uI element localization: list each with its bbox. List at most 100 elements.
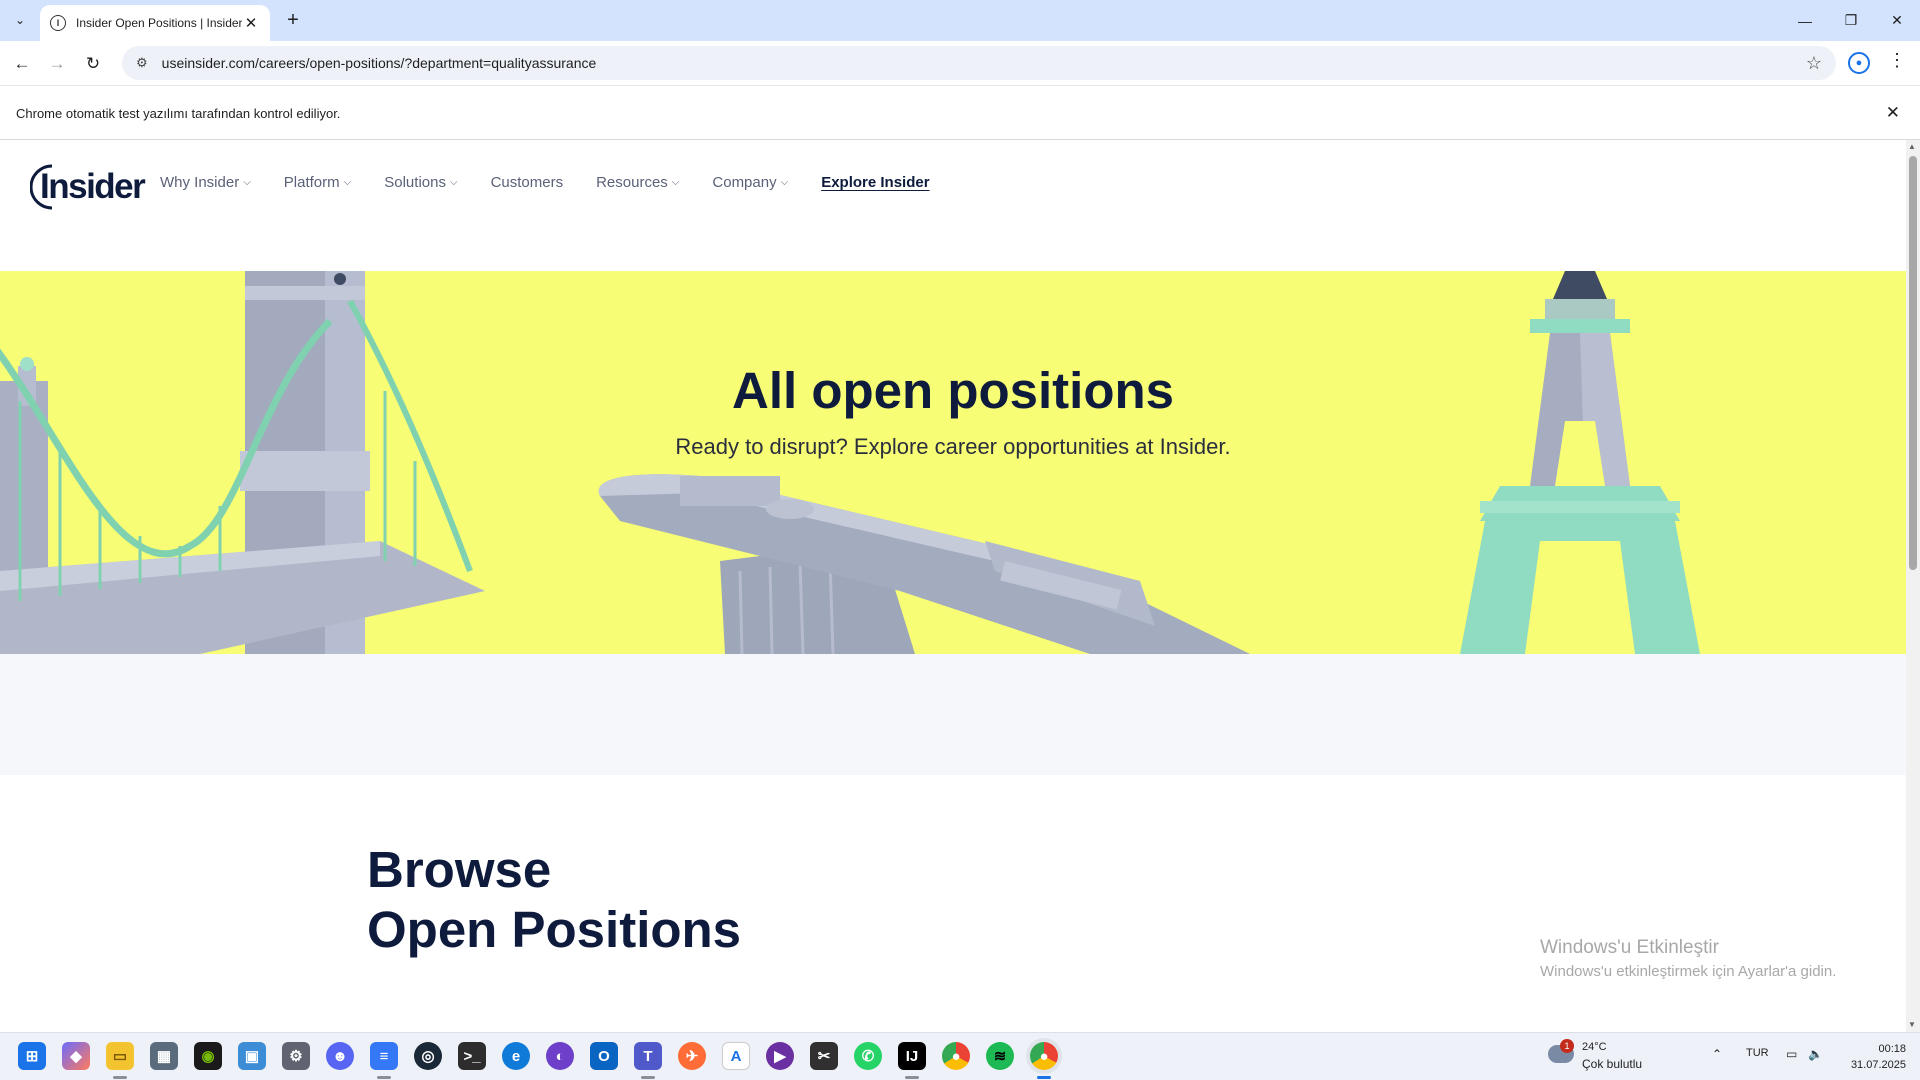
reload-icon[interactable]: ↻ — [80, 51, 106, 77]
nav-label: Why Insider — [160, 174, 240, 191]
hero-subtitle: Ready to disrupt? Explore career opportu… — [675, 434, 1231, 459]
chrome-icon[interactable]: ● — [1030, 1042, 1058, 1070]
tab-strip: ⌄ I Insider Open Positions | Insider ✕ +… — [0, 0, 1920, 41]
bridge-illustration — [0, 271, 485, 654]
outlook-icon[interactable]: O — [590, 1042, 618, 1070]
photos-icon[interactable]: ▣ — [238, 1042, 266, 1070]
browser-menu-icon[interactable]: ⋮ — [1888, 50, 1906, 71]
copilot-icon[interactable]: ◆ — [62, 1042, 90, 1070]
running-indicator — [377, 1076, 391, 1079]
watermark-subtitle: Windows'u etkinleştirmek için Ayarlar'a … — [1540, 963, 1837, 980]
browse-line-1: Browse — [367, 841, 552, 898]
chevron-down-icon: ⌵ — [243, 177, 251, 188]
window-close-icon[interactable]: ✕ — [1874, 0, 1920, 41]
terminal-icon[interactable]: >_ — [458, 1042, 486, 1070]
site-header: Insider Why Insider ⌵ Platform ⌵ Solutions… — [0, 140, 1906, 270]
translate-icon[interactable]: A — [722, 1042, 750, 1070]
scroll-down-icon[interactable]: ▼ — [1908, 1020, 1916, 1029]
nav-customers[interactable]: Customers — [491, 174, 564, 191]
clock-date: 31.07.2025 — [1850, 1059, 1906, 1071]
url-text[interactable]: useinsider.com/careers/open-positions/?d… — [162, 55, 1806, 71]
chevron-down-icon: ⌵ — [780, 177, 789, 188]
clock-time: 00:18 — [1878, 1043, 1906, 1055]
automation-notice: Chrome otomatik test yazılımı tarafından… — [16, 105, 341, 121]
network-icon[interactable]: ▭ — [1786, 1047, 1797, 1061]
tray-chevron-up-icon[interactable]: ⌃ — [1712, 1047, 1722, 1061]
start-icon[interactable]: ⊞ — [18, 1042, 46, 1070]
hero-illustration — [0, 271, 1700, 654]
section-divider-band — [0, 654, 1906, 775]
nav-solutions[interactable]: Solutions ⌵ — [384, 174, 457, 191]
address-bar[interactable]: ⚙ useinsider.com/careers/open-positions/… — [122, 46, 1836, 80]
profile-icon[interactable]: ● — [1848, 52, 1870, 74]
nvidia-icon[interactable]: ◉ — [194, 1042, 222, 1070]
language-indicator[interactable]: TUR — [1746, 1047, 1769, 1059]
hero-title: All open positions — [732, 362, 1174, 419]
nav-platform[interactable]: Platform ⌵ — [284, 174, 351, 191]
chrome-profile-icon[interactable]: ● — [942, 1042, 970, 1070]
windows-activation-watermark: Windows'u Etkinleştir Windows'u etkinleş… — [1540, 937, 1836, 980]
bookmark-star-icon[interactable]: ☆ — [1806, 53, 1822, 74]
tower-illustration — [1460, 271, 1700, 654]
insider-favicon-icon: I — [50, 15, 66, 31]
weather-badge: 1 — [1560, 1039, 1574, 1053]
clock[interactable]: 00:18 31.07.2025 — [1834, 1041, 1906, 1073]
calculator-icon[interactable]: ▦ — [150, 1042, 178, 1070]
nav-label: Explore Insider — [821, 174, 930, 191]
browse-open-positions-heading: Browse Open Positions — [367, 840, 741, 960]
nav-label: Resources — [596, 174, 668, 191]
postman-icon[interactable]: ✈ — [678, 1042, 706, 1070]
restore-icon[interactable]: ❐ — [1828, 0, 1874, 41]
windows-taskbar: ⊞ ◆ ▭ ▦ ◉ ▣ ⚙ ☻ ≡ ◎ >_ e ◐ O T ✈ A ▶ ✂ ✆… — [0, 1032, 1920, 1080]
snipping-tool-icon[interactable]: ✂ — [810, 1042, 838, 1070]
running-indicator — [641, 1076, 655, 1079]
nav-label: Company — [712, 174, 777, 191]
active-indicator — [1037, 1076, 1051, 1079]
ship-illustration — [598, 474, 1250, 654]
notepad-icon[interactable]: ≡ — [370, 1042, 398, 1070]
tab-close-icon[interactable]: ✕ — [242, 14, 260, 32]
github-desktop-icon[interactable]: ◐ — [546, 1042, 574, 1070]
nav-company[interactable]: Company ⌵ — [712, 174, 788, 191]
nav-explore-insider[interactable]: Explore Insider — [821, 174, 929, 191]
page-scrollbar[interactable]: ▲ ▼ — [1906, 140, 1920, 1032]
volume-icon[interactable]: 🔈 — [1808, 1047, 1823, 1061]
settings-gear-icon[interactable]: ⚙ — [282, 1042, 310, 1070]
nav-label: Customers — [490, 174, 564, 191]
page-viewport: Insider Why Insider ⌵ Platform ⌵ Solutions… — [0, 140, 1906, 1032]
nav-why-insider[interactable]: Why Insider ⌵ — [160, 174, 251, 191]
infobar-close-icon[interactable]: ✕ — [1886, 103, 1900, 123]
logo-text: Insider — [40, 167, 146, 206]
edge-icon[interactable]: e — [502, 1042, 530, 1070]
nav-resources[interactable]: Resources ⌵ — [596, 174, 679, 191]
nav-label: Solutions — [384, 174, 446, 191]
discord-icon[interactable]: ☻ — [326, 1042, 354, 1070]
chevron-down-icon: ⌵ — [449, 177, 458, 188]
media-player-icon[interactable]: ▶ — [766, 1042, 794, 1070]
weather-condition: Çok bulutlu — [1582, 1057, 1643, 1071]
file-explorer-icon[interactable]: ▭ — [106, 1042, 134, 1070]
back-icon[interactable]: ← — [9, 51, 35, 77]
tab-search-icon[interactable]: ⌄ — [8, 8, 32, 32]
steam-icon[interactable]: ◎ — [414, 1042, 442, 1070]
scrollbar-thumb[interactable] — [1909, 156, 1917, 570]
browser-tab[interactable]: I Insider Open Positions | Insider ✕ — [40, 5, 270, 41]
intellij-icon[interactable]: IJ — [898, 1042, 926, 1070]
running-indicator — [113, 1076, 127, 1079]
insider-logo[interactable]: Insider — [30, 160, 146, 210]
scroll-up-icon[interactable]: ▲ — [1908, 142, 1916, 151]
chevron-down-icon: ⌵ — [343, 177, 352, 188]
new-tab-icon[interactable]: + — [281, 8, 305, 32]
site-info-icon[interactable]: ⚙ — [136, 55, 148, 71]
weather-temp: 24°C — [1582, 1041, 1607, 1053]
forward-icon[interactable]: → — [44, 51, 70, 77]
minimize-icon[interactable]: — — [1782, 0, 1828, 41]
running-indicator — [905, 1076, 919, 1079]
nav-label: Platform — [283, 174, 340, 191]
main-nav: Why Insider ⌵ Platform ⌵ Solutions ⌵ Custom… — [160, 174, 930, 191]
hero-banner: All open positions Ready to disrupt? Exp… — [0, 271, 1906, 654]
teams-icon[interactable]: T — [634, 1042, 662, 1070]
tab-title: Insider Open Positions | Insider — [76, 16, 242, 30]
spotify-icon[interactable]: ≋ — [986, 1042, 1014, 1070]
whatsapp-icon[interactable]: ✆ — [854, 1042, 882, 1070]
